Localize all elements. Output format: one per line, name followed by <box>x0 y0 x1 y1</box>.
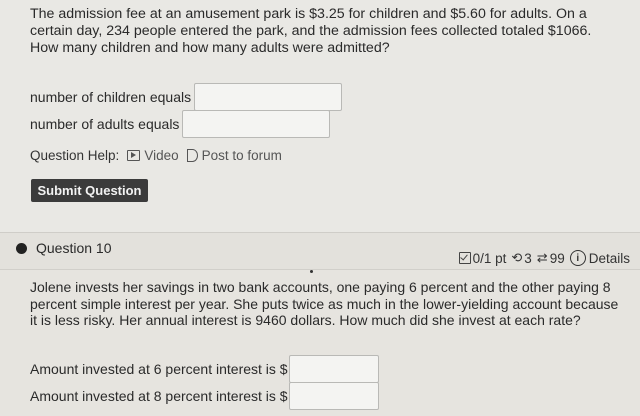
six-percent-field-label: Amount invested at 6 percent interest is… <box>30 361 288 377</box>
video-link-label: Video <box>144 148 179 163</box>
question-10-title: Question 10 <box>36 240 112 256</box>
video-icon <box>127 150 141 161</box>
forum-icon <box>186 149 198 162</box>
forum-link-label: Post to forum <box>201 148 282 163</box>
video-link[interactable]: Video <box>127 148 179 163</box>
stray-dot <box>310 270 313 273</box>
forum-link[interactable]: Post to forum <box>186 148 282 163</box>
question-help-label: Question Help: <box>30 148 120 163</box>
adults-field-label: number of adults equals <box>30 116 180 132</box>
children-answer-input[interactable] <box>194 83 343 111</box>
eight-percent-answer-input[interactable] <box>288 382 379 410</box>
attempts-value: 3 <box>524 250 532 266</box>
adults-answer-input[interactable] <box>182 110 331 138</box>
attempts-indicator: ⟲ 3 <box>511 250 531 266</box>
retries-indicator: ⇄ 99 <box>537 250 565 266</box>
question-10-meta: 0/1 pt ⟲ 3 ⇄ 99 i Details <box>458 250 630 266</box>
question-9-text: The admission fee at an amusement park i… <box>30 6 592 56</box>
score-indicator: 0/1 pt <box>458 250 507 266</box>
children-field-label: number of children equals <box>30 89 192 105</box>
children-field-row: number of children equals <box>30 83 343 111</box>
info-icon: i <box>569 250 586 266</box>
score-value: 0/1 pt <box>472 250 507 266</box>
checkbox-icon <box>458 252 471 264</box>
question-status-bullet <box>16 243 27 254</box>
details-link[interactable]: i Details <box>569 250 630 266</box>
question-help: Question Help: Video Post to forum <box>30 148 282 163</box>
retry-icon: ⟲ <box>511 250 523 265</box>
retries-value: 99 <box>549 250 565 266</box>
adults-field-row: number of adults equals <box>30 110 331 138</box>
six-percent-field-row: Amount invested at 6 percent interest is… <box>30 355 379 383</box>
six-percent-answer-input[interactable] <box>288 355 379 383</box>
submit-question-button[interactable]: Submit Question <box>31 179 148 202</box>
details-label: Details <box>588 250 630 266</box>
question-10-text: Jolene invests her savings in two bank a… <box>30 279 619 328</box>
eight-percent-field-row: Amount invested at 8 percent interest is… <box>30 382 379 410</box>
refresh-icon: ⇄ <box>536 250 548 265</box>
eight-percent-field-label: Amount invested at 8 percent interest is… <box>30 388 288 404</box>
